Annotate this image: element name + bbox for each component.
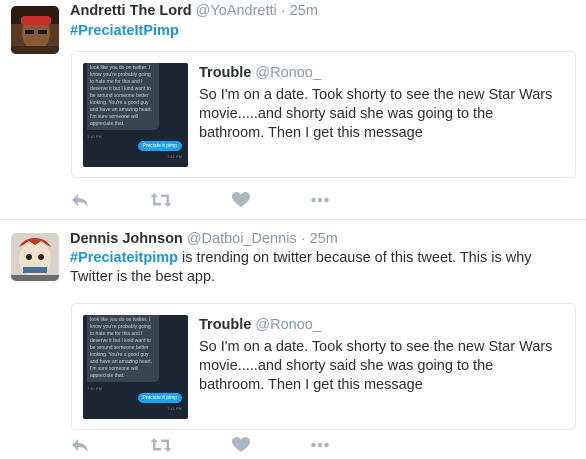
dm-read-time: 7:41 PM [167,154,182,159]
quoted-tweet[interactable]: look like you do on twitter. I know you'… [71,303,576,430]
heart-icon[interactable] [231,190,253,210]
timestamp[interactable]: 25m [290,3,318,19]
dm-read-time: 7:41 PM [167,406,182,411]
quoted-tweet[interactable]: look like you do on twitter. I know you'… [71,51,576,178]
avatar[interactable] [11,233,59,281]
dm-sent-bubble: Preciate it pimp [137,393,182,403]
dm-received-bubble: look like you do on twitter. I know you'… [87,63,159,130]
quoted-image[interactable]: look like you do on twitter. I know you'… [83,315,188,419]
dm-sent-bubble: Preciate it pimp [137,141,182,151]
retweet-icon[interactable] [150,190,172,210]
tweet-header: Andretti The Lord @YoAndretti · 25m [70,3,318,19]
quoted-username: @Ronoo_ [255,65,321,81]
retweet-icon[interactable] [150,435,172,455]
quoted-image[interactable]: look like you do on twitter. I know you'… [83,63,188,167]
username[interactable]: @Datboi_Dennis [187,231,297,247]
reply-icon[interactable] [70,190,92,210]
quoted-username: @Ronoo_ [255,317,321,333]
separator: · [280,3,286,19]
username[interactable]: @YoAndretti [196,3,277,19]
display-name[interactable]: Dennis Johnson [70,231,183,247]
quoted-text: So I'm on a date. Took shorty to see the… [199,339,553,393]
display-name[interactable]: Andretti The Lord [70,3,192,19]
more-dots-icon[interactable] [310,190,332,210]
avatar[interactable] [11,6,59,54]
dm-timestamp: 7:40 PM [87,134,102,139]
quoted-display-name: Trouble [199,65,252,81]
quoted-header: Trouble @Ronoo_ [199,317,321,333]
timestamp[interactable]: 25m [310,231,338,247]
dm-timestamp: 7:40 PM [87,386,102,391]
tweet-text: #PreciateItPimp [70,22,575,41]
hashtag-link[interactable]: #PreciateItPimp [70,23,179,39]
tweet-header: Dennis Johnson @Datboi_Dennis · 25m [70,231,338,247]
dm-received-bubble: look like you do on twitter. I know you'… [87,315,159,382]
quoted-display-name: Trouble [199,317,252,333]
more-dots-icon[interactable] [310,435,332,455]
tweet[interactable]: Andretti The Lord @YoAndretti · 25m #Pre… [0,0,586,219]
heart-icon[interactable] [231,435,253,455]
reply-icon[interactable] [70,435,92,455]
tweet-text: #Preciateitpimp is trending on twitter b… [70,249,575,287]
quoted-header: Trouble @Ronoo_ [199,65,321,81]
tweet[interactable]: Dennis Johnson @Datboi_Dennis · 25m #Pre… [0,219,586,459]
quoted-text: So I'm on a date. Took shorty to see the… [199,87,553,141]
separator: · [300,231,306,247]
hashtag-link[interactable]: #Preciateitpimp [70,250,178,266]
